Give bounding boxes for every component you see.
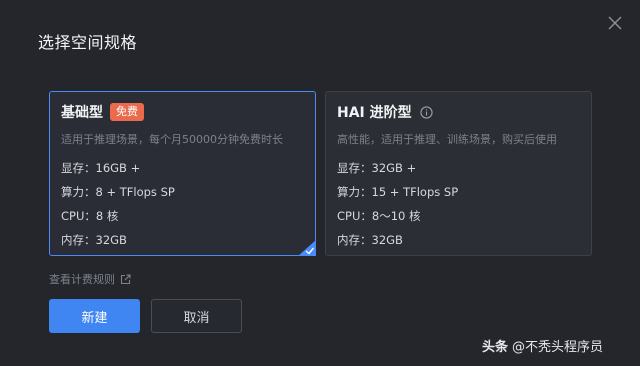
- spec-card-basic[interactable]: 基础型 免费 适用于推理场景，每个月50000分钟免费时长 显存：16GB + …: [49, 91, 316, 256]
- card-title: 基础型: [61, 105, 103, 121]
- card-header: 基础型 免费: [61, 102, 144, 122]
- watermark-handle: @不秃头程序员: [512, 340, 604, 355]
- spec-compute: 算力：15 + TFlops SP: [337, 185, 459, 199]
- spec-memory: 内存：32GB: [61, 233, 127, 247]
- spec-memory: 内存：32GB: [337, 233, 403, 247]
- close-icon[interactable]: [606, 14, 624, 32]
- card-title: HAI 进阶型: [337, 105, 412, 121]
- spec-cpu: CPU：8～10 核: [337, 209, 421, 223]
- watermark-brand: 头条: [482, 340, 509, 355]
- watermark: 头条 @不秃头程序员: [482, 336, 603, 355]
- spec-vram: 显存：16GB +: [61, 161, 141, 175]
- card-description: 适用于推理场景，每个月50000分钟免费时长: [61, 133, 283, 146]
- spec-cpu: CPU：8 核: [61, 209, 119, 223]
- spec-dialog: 选择空间规格 基础型 免费 适用于推理场景，每个月50000分钟免费时长 显存：…: [0, 0, 640, 366]
- spec-vram: 显存：32GB +: [337, 161, 417, 175]
- external-link-icon: [120, 273, 131, 284]
- info-icon[interactable]: [420, 105, 433, 119]
- dialog-title: 选择空间规格: [38, 33, 138, 52]
- spec-compute: 算力：8 + TFlops SP: [61, 185, 175, 199]
- spec-card-hai[interactable]: HAI 进阶型 高性能，适用于推理、训练场景，购买后使用 显存：32GB + 算…: [325, 91, 592, 256]
- billing-rules-link[interactable]: 查看计费规则: [49, 271, 131, 287]
- check-icon: [298, 240, 316, 256]
- card-header: HAI 进阶型: [337, 102, 433, 122]
- free-badge: 免费: [110, 103, 144, 121]
- create-button[interactable]: 新建: [49, 299, 140, 333]
- card-description: 高性能，适用于推理、训练场景，购买后使用: [337, 133, 557, 146]
- cancel-button[interactable]: 取消: [151, 299, 242, 333]
- billing-rules-label: 查看计费规则: [49, 273, 115, 286]
